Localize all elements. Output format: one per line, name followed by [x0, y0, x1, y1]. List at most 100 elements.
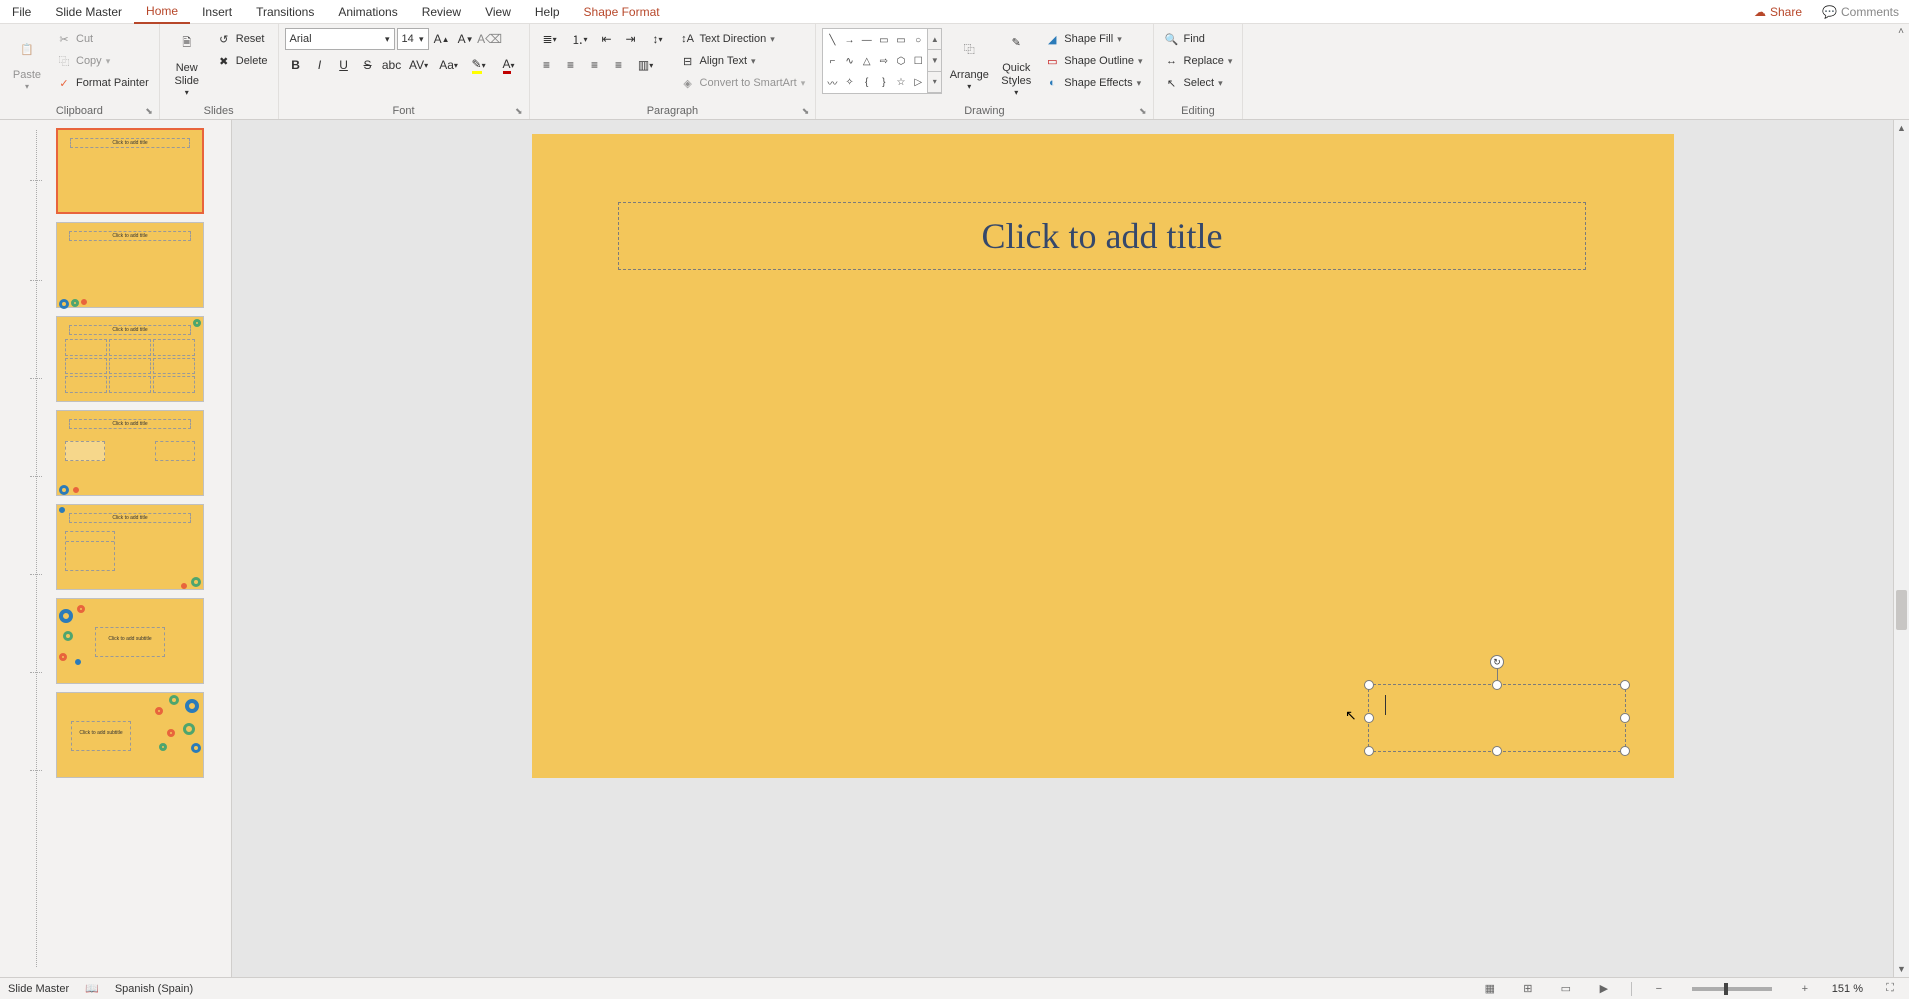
text-direction-button[interactable]: ↕AText Direction	[676, 28, 810, 50]
resize-handle-tl[interactable]	[1364, 680, 1374, 690]
copy-button[interactable]: ⿻Copy	[52, 50, 153, 72]
shape-outline-button[interactable]: ▭Shape Outline	[1040, 50, 1146, 72]
shape-hexagon[interactable]: ⬡	[893, 51, 909, 71]
spellcheck-icon[interactable]: 📖	[85, 982, 99, 995]
replace-button[interactable]: ↔Replace	[1160, 50, 1237, 72]
scroll-thumb[interactable]	[1896, 590, 1907, 630]
align-left-button[interactable]: ≡	[536, 54, 558, 76]
resize-handle-mr[interactable]	[1620, 713, 1630, 723]
shapes-scroll-down[interactable]: ▼	[928, 50, 941, 71]
align-justify-button[interactable]: ≡	[608, 54, 630, 76]
slide-thumbnail-4[interactable]: Click to add title	[56, 410, 204, 496]
scroll-up-button[interactable]: ▲	[1894, 120, 1909, 136]
reset-button[interactable]: ↺Reset	[212, 28, 272, 50]
line-spacing-button[interactable]: ↕▾	[644, 28, 672, 50]
increase-indent-button[interactable]: ⇥	[620, 28, 642, 50]
shape-rect[interactable]: ▭	[876, 30, 892, 50]
cut-button[interactable]: ✂Cut	[52, 28, 153, 50]
slide-thumbnail-3[interactable]: Click to add title	[56, 316, 204, 402]
shape-star[interactable]: ☆	[893, 72, 909, 92]
collapse-ribbon-button[interactable]: ˄	[1898, 26, 1904, 37]
char-spacing-button[interactable]: AV▾	[405, 54, 433, 76]
decrease-font-button[interactable]: A▼	[455, 28, 477, 50]
slide-thumbnail-5[interactable]: Click to add title	[56, 504, 204, 590]
convert-smartart-button[interactable]: ◈Convert to SmartArt	[676, 72, 810, 94]
zoom-slider[interactable]	[1692, 987, 1772, 991]
shape-connector-elbow[interactable]: ⌐	[824, 51, 840, 71]
shapes-gallery-scroll[interactable]: ▲ ▼ ▾	[928, 28, 942, 94]
clipboard-launcher[interactable]: ⬊	[145, 106, 153, 117]
shape-brace-r[interactable]: }	[876, 72, 892, 92]
tab-insert[interactable]: Insert	[190, 1, 244, 23]
bullets-button[interactable]: ≣▾	[536, 28, 564, 50]
shape-brace-l[interactable]: {	[859, 72, 875, 92]
slide-thumbnail-2[interactable]: Click to add title	[56, 222, 204, 308]
slide-thumbnails-panel[interactable]: Click to add title Click to add title Cl…	[0, 120, 232, 977]
scroll-down-button[interactable]: ▼	[1894, 961, 1909, 977]
align-right-button[interactable]: ≡	[584, 54, 606, 76]
resize-handle-bm[interactable]	[1492, 746, 1502, 756]
slide-thumbnail-7[interactable]: Click to add subtitle	[56, 692, 204, 778]
select-button[interactable]: ↖Select	[1160, 72, 1237, 94]
shape-freeform[interactable]: ✧	[841, 72, 857, 92]
shadow-button[interactable]: abc	[381, 54, 403, 76]
shape-action[interactable]: ▷	[910, 72, 926, 92]
align-text-button[interactable]: ⊟Align Text	[676, 50, 810, 72]
view-reading-button[interactable]: ▭	[1555, 980, 1577, 998]
shape-connector-curved[interactable]: ∿	[841, 51, 857, 71]
find-button[interactable]: 🔍Find	[1160, 28, 1237, 50]
highlight-button[interactable]: ✎▾	[465, 54, 493, 76]
resize-handle-tr[interactable]	[1620, 680, 1630, 690]
zoom-out-button[interactable]: −	[1648, 980, 1670, 998]
tab-slide-master[interactable]: Slide Master	[43, 1, 134, 23]
tab-help[interactable]: Help	[523, 1, 572, 23]
slide-thumbnail-1[interactable]: Click to add title	[56, 128, 204, 214]
font-color-button[interactable]: A▾	[495, 54, 523, 76]
resize-handle-ml[interactable]	[1364, 713, 1374, 723]
arrange-button[interactable]: ⿻ Arrange▾	[946, 28, 992, 98]
shape-triangle[interactable]: △	[859, 51, 875, 71]
strike-button[interactable]: S	[357, 54, 379, 76]
resize-handle-bl[interactable]	[1364, 746, 1374, 756]
paragraph-launcher[interactable]: ⬊	[802, 106, 810, 117]
shape-line[interactable]: ╲	[824, 30, 840, 50]
shape-oval[interactable]: ○	[910, 30, 926, 50]
rotate-handle[interactable]: ↻	[1490, 655, 1504, 669]
format-painter-button[interactable]: ✓Format Painter	[52, 72, 153, 94]
zoom-in-button[interactable]: +	[1794, 980, 1816, 998]
quick-styles-button[interactable]: ✎ Quick Styles▾	[996, 28, 1036, 98]
paste-button[interactable]: 📋 Paste ▾	[6, 28, 48, 98]
shape-effects-button[interactable]: ◐Shape Effects	[1040, 72, 1146, 94]
share-button[interactable]: ☁Share	[1744, 1, 1812, 23]
resize-handle-tm[interactable]	[1492, 680, 1502, 690]
shapes-gallery[interactable]: ╲ → — ▭ ▭ ○ ⌐ ∿ △ ⇨ ⬡ ☐ 〰 ✧ { } ☆	[822, 28, 928, 94]
shape-rect2[interactable]: ▭	[893, 30, 909, 50]
shapes-scroll-up[interactable]: ▲	[928, 29, 941, 50]
shape-curve[interactable]: 〰	[824, 72, 840, 92]
delete-button[interactable]: ✖Delete	[212, 50, 272, 72]
font-launcher[interactable]: ⬊	[515, 106, 523, 117]
shape-callout[interactable]: ☐	[910, 51, 926, 71]
editor-vertical-scrollbar[interactable]: ▲ ▼	[1893, 120, 1909, 977]
tab-view[interactable]: View	[473, 1, 523, 23]
clear-formatting-button[interactable]: A⌫	[479, 28, 501, 50]
shape-arrow[interactable]: →	[841, 30, 857, 50]
numbering-button[interactable]: ⒈▾	[566, 28, 594, 50]
slide-thumbnail-6[interactable]: Click to add subtitle	[56, 598, 204, 684]
underline-button[interactable]: U	[333, 54, 355, 76]
italic-button[interactable]: I	[309, 54, 331, 76]
tab-file[interactable]: File	[0, 1, 43, 23]
font-size-input[interactable]: 14▾	[397, 28, 429, 50]
align-center-button[interactable]: ≡	[560, 54, 582, 76]
view-normal-button[interactable]: ▦	[1479, 980, 1501, 998]
shape-fill-button[interactable]: ◢Shape Fill	[1040, 28, 1146, 50]
view-slideshow-button[interactable]: ▶	[1593, 980, 1615, 998]
selected-textbox[interactable]: ↻	[1368, 684, 1626, 752]
slide-canvas[interactable]: Click to add title ↻ ↖	[532, 134, 1674, 778]
slide-editor[interactable]: Click to add title ↻ ↖ ▲ ▼	[232, 120, 1909, 977]
decrease-indent-button[interactable]: ⇤	[596, 28, 618, 50]
tab-shape-format[interactable]: Shape Format	[572, 1, 672, 23]
tab-animations[interactable]: Animations	[326, 1, 409, 23]
tab-review[interactable]: Review	[410, 1, 473, 23]
resize-handle-br[interactable]	[1620, 746, 1630, 756]
